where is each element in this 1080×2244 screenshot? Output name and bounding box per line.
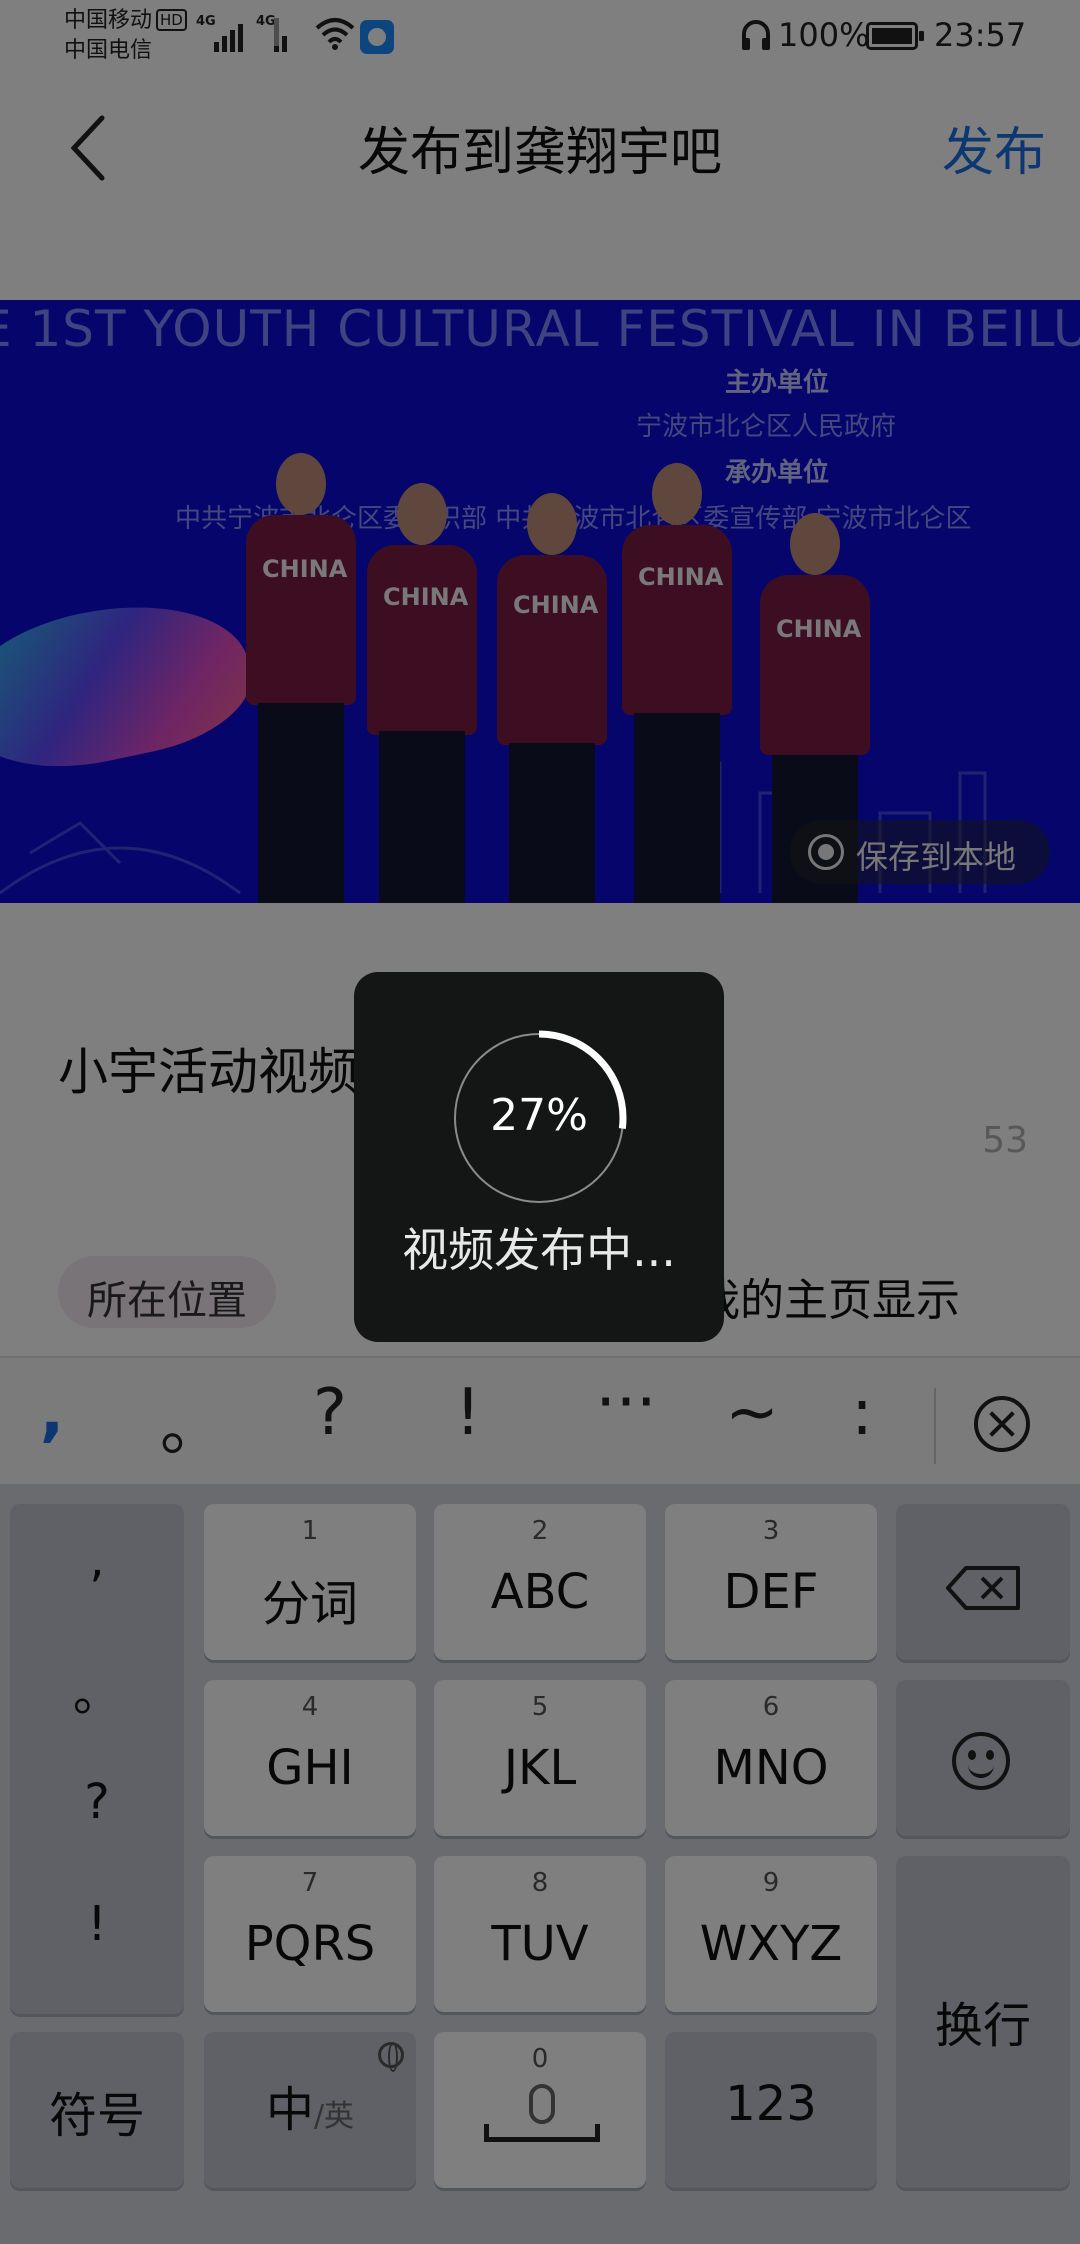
progress-percent: 27%	[490, 1090, 588, 1141]
upload-progress-toast: 27% 视频发布中...	[354, 972, 724, 1342]
upload-status-message: 视频发布中...	[402, 1223, 676, 1277]
